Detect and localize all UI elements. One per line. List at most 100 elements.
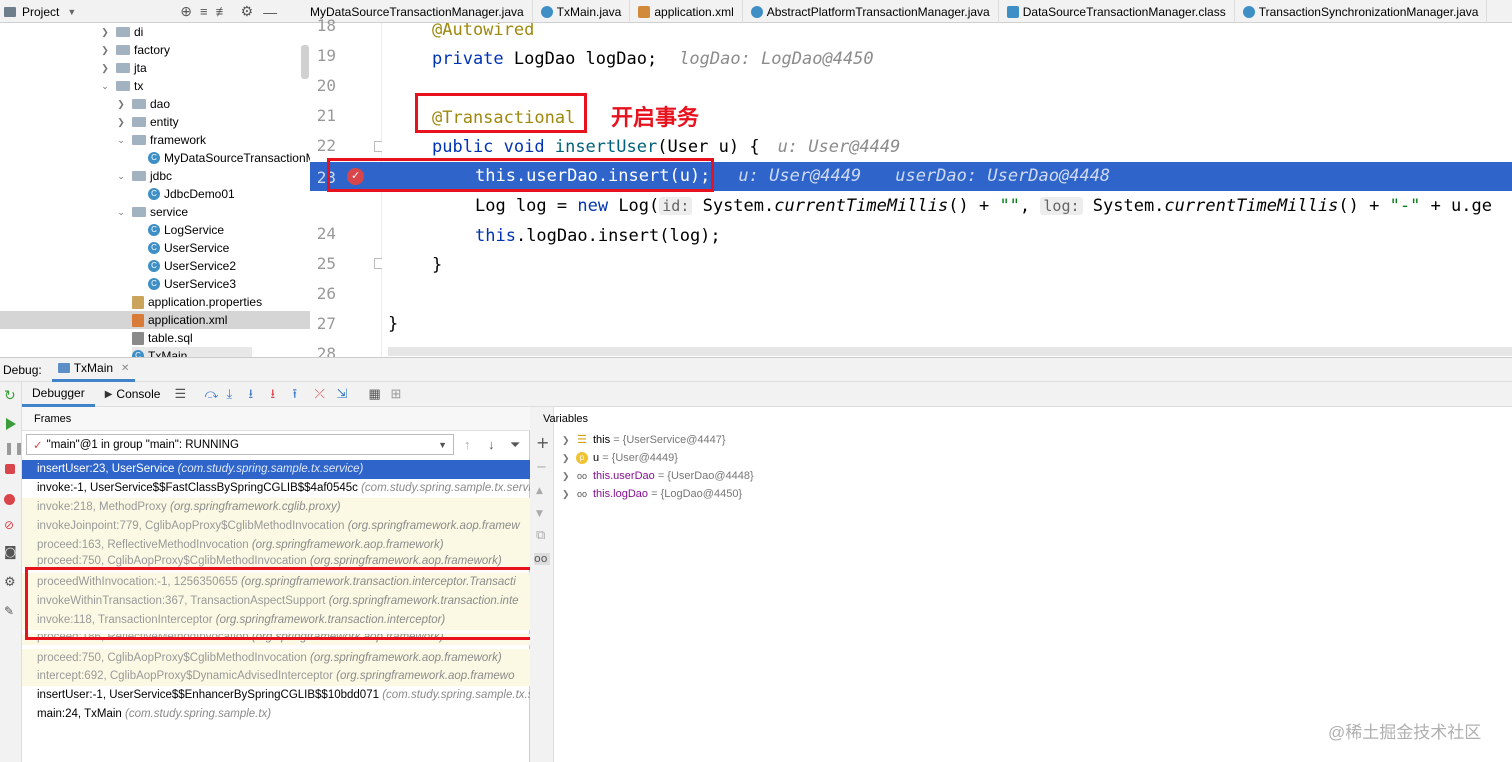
variable-row[interactable]: ❯ oo this.userDao = {UserDao@4448} bbox=[562, 467, 754, 485]
menu-icon[interactable]: ☰ bbox=[174, 387, 188, 401]
tab-txsyncmanager[interactable]: TransactionSynchronizationManager.java bbox=[1235, 0, 1488, 23]
expand-all-icon[interactable]: ≡ bbox=[200, 4, 208, 19]
chevron-right-icon[interactable]: ❯ bbox=[116, 117, 126, 128]
frame-row[interactable]: proceed:163, ReflectiveMethodInvocation … bbox=[22, 536, 530, 555]
run-to-cursor-icon[interactable]: ⇲ bbox=[336, 387, 350, 401]
tree-item-service[interactable]: ⌄ service bbox=[116, 203, 188, 221]
locate-icon[interactable]: ⊕ bbox=[180, 3, 192, 20]
tree-item-jta[interactable]: ❯ jta bbox=[100, 59, 146, 77]
chevron-down-icon[interactable]: ⌄ bbox=[116, 135, 126, 146]
move-down-icon[interactable]: ▼ bbox=[536, 508, 548, 520]
tree-item-entity[interactable]: ❯ entity bbox=[116, 113, 178, 131]
frame-row[interactable]: invokeJoinpoint:779, CglibAopProxy$Cglib… bbox=[22, 517, 530, 536]
resume-icon[interactable] bbox=[6, 418, 16, 430]
tree-item-factory[interactable]: ❯ factory bbox=[100, 41, 170, 59]
tree-item-tx[interactable]: ⌄ tx bbox=[100, 77, 143, 95]
close-icon[interactable]: ✕ bbox=[121, 363, 129, 374]
tree-scrollbar[interactable] bbox=[301, 45, 309, 79]
tab-mydatasource[interactable]: MyDataSourceTransactionManager.java bbox=[310, 0, 533, 23]
pause-icon[interactable]: ❚❚ bbox=[4, 441, 24, 455]
mute-breakpoints-icon[interactable]: ⊘ bbox=[4, 518, 17, 532]
pin-icon[interactable]: ✎ bbox=[4, 604, 17, 618]
frame-row[interactable]: insertUser:-1, UserService$$EnhancerBySp… bbox=[22, 686, 530, 705]
step-out-icon[interactable]: ⭱ bbox=[292, 387, 306, 401]
tab-abstractplatform[interactable]: AbstractPlatformTransactionManager.java bbox=[743, 0, 999, 23]
tree-item-application-properties[interactable]: application.properties bbox=[132, 293, 262, 311]
evaluate-expression-icon[interactable]: ▦ bbox=[368, 387, 382, 401]
copy-icon[interactable]: ⧉ bbox=[536, 529, 548, 542]
chevron-down-icon[interactable]: ⌄ bbox=[116, 171, 126, 182]
minus-icon[interactable]: − bbox=[536, 461, 548, 474]
folder-icon bbox=[116, 63, 130, 73]
trace-icon[interactable]: ⊞ bbox=[390, 387, 404, 401]
chevron-right-icon[interactable]: ❯ bbox=[100, 45, 110, 56]
chevron-right-icon[interactable]: ❯ bbox=[100, 27, 110, 38]
variable-row[interactable]: ❯ p u = {User@4449} bbox=[562, 449, 678, 467]
tree-item-userservice[interactable]: C UserService bbox=[148, 239, 229, 257]
gear-icon[interactable]: ⚙ bbox=[241, 3, 254, 20]
variable-row[interactable]: ❯ oo this.logDao = {LogDao@4450} bbox=[562, 485, 742, 503]
stop-icon[interactable] bbox=[5, 464, 15, 474]
frame-row[interactable]: invoke:218, MethodProxy (org.springframe… bbox=[22, 498, 530, 517]
chevron-right-icon[interactable]: ❯ bbox=[562, 467, 576, 485]
tab-debugger[interactable]: Debugger bbox=[22, 382, 95, 407]
tree-item-userservice2[interactable]: C UserService2 bbox=[148, 257, 236, 275]
frame-row[interactable]: main:24, TxMain (com.study.spring.sample… bbox=[22, 705, 530, 724]
tab-application-xml[interactable]: application.xml bbox=[630, 0, 743, 23]
step-into-icon[interactable]: ⭳ bbox=[248, 387, 262, 401]
tree-item-mydatasource[interactable]: C MyDataSourceTransactionM bbox=[148, 149, 310, 167]
tree-item-dao[interactable]: ❯ dao bbox=[116, 95, 170, 113]
chevron-right-icon[interactable]: ❯ bbox=[100, 63, 110, 74]
project-panel-header[interactable]: Project ▼ ⊕ ≡ ≢ ⚙ — bbox=[0, 0, 310, 23]
frame-row[interactable]: invoke:-1, UserService$$FastClassBySprin… bbox=[22, 479, 530, 498]
arrow-down-icon[interactable]: ↓ bbox=[488, 437, 495, 452]
chevron-down-icon[interactable]: ▼ bbox=[438, 440, 447, 450]
highlight-box-execution-line bbox=[327, 158, 714, 192]
tree-item-table-sql[interactable]: table.sql bbox=[132, 329, 193, 347]
rerun-icon[interactable]: ↻ bbox=[4, 389, 17, 403]
tree-item-jdbc[interactable]: ⌄ jdbc bbox=[116, 167, 172, 185]
tab-txmain[interactable]: TxMain.java bbox=[533, 0, 631, 23]
class-icon: C bbox=[148, 242, 160, 254]
frame-row[interactable]: intercept:692, CglibAopProxy$DynamicAdvi… bbox=[22, 667, 530, 686]
force-step-into-icon[interactable]: ⭳ bbox=[270, 387, 284, 401]
tab-console[interactable]: ▶ Console bbox=[95, 382, 171, 407]
show-execution-point-icon[interactable]: ⤼ bbox=[204, 387, 218, 401]
tab-datasourcetxmanager[interactable]: DataSourceTransactionManager.class bbox=[999, 0, 1235, 23]
chevron-down-icon[interactable]: ⌄ bbox=[116, 207, 126, 218]
tab-run-config[interactable]: TxMain ✕ bbox=[51, 358, 136, 382]
camera-icon[interactable]: ◙ bbox=[4, 545, 17, 560]
tree-item-userservice3[interactable]: C UserService3 bbox=[148, 275, 236, 293]
gear-icon[interactable]: ⚙ bbox=[4, 575, 17, 590]
chevron-down-icon[interactable]: ▼ bbox=[67, 7, 76, 17]
arrow-up-icon[interactable]: ↑ bbox=[464, 437, 471, 452]
variable-row[interactable]: ❯ ☰ this = {UserService@4447} bbox=[562, 431, 726, 449]
tree-item-jdbcdemo01[interactable]: C JdbcDemo01 bbox=[148, 185, 235, 203]
chevron-right-icon[interactable]: ❯ bbox=[562, 431, 576, 449]
tree-item-framework[interactable]: ⌄ framework bbox=[116, 131, 206, 149]
tree-item-logservice[interactable]: C LogService bbox=[148, 221, 224, 239]
folder-icon bbox=[116, 45, 130, 55]
chevron-right-icon[interactable]: ❯ bbox=[562, 449, 576, 467]
chevron-down-icon[interactable]: ⌄ bbox=[100, 81, 110, 92]
frame-package: (com.study.spring.sample.tx) bbox=[125, 708, 272, 720]
frame-row[interactable]: proceed:750, CglibAopProxy$CglibMethodIn… bbox=[22, 649, 530, 668]
add-watch-icon[interactable]: + bbox=[536, 435, 549, 451]
filter-icon[interactable]: ⏷ bbox=[510, 437, 520, 453]
drop-frame-icon[interactable]: ⤫ bbox=[314, 387, 328, 401]
move-up-icon[interactable]: ▲ bbox=[536, 485, 548, 497]
glasses-icon[interactable]: oo bbox=[534, 553, 550, 565]
collapse-all-icon[interactable]: ≢ bbox=[216, 4, 229, 19]
tree-item-txmain[interactable]: C TxMain bbox=[132, 347, 252, 357]
frame-row[interactable]: insertUser:23, UserService (com.study.sp… bbox=[22, 460, 530, 479]
frame-row[interactable]: proceed:750, CglibAopProxy$CglibMethodIn… bbox=[22, 555, 530, 567]
hide-icon[interactable]: — bbox=[263, 4, 277, 20]
thread-selector[interactable]: ✓ "main"@1 in group "main": RUNNING ▼ bbox=[26, 434, 454, 455]
view-breakpoints-icon[interactable] bbox=[4, 494, 15, 505]
tree-item-di[interactable]: ❯ di bbox=[100, 23, 143, 41]
editor-horizontal-scrollbar[interactable] bbox=[388, 347, 1512, 356]
step-over-icon[interactable]: ⤓ bbox=[226, 387, 240, 401]
chevron-right-icon[interactable]: ❯ bbox=[116, 99, 126, 110]
tree-item-application-xml[interactable]: application.xml bbox=[0, 311, 310, 329]
chevron-right-icon[interactable]: ❯ bbox=[562, 485, 576, 503]
